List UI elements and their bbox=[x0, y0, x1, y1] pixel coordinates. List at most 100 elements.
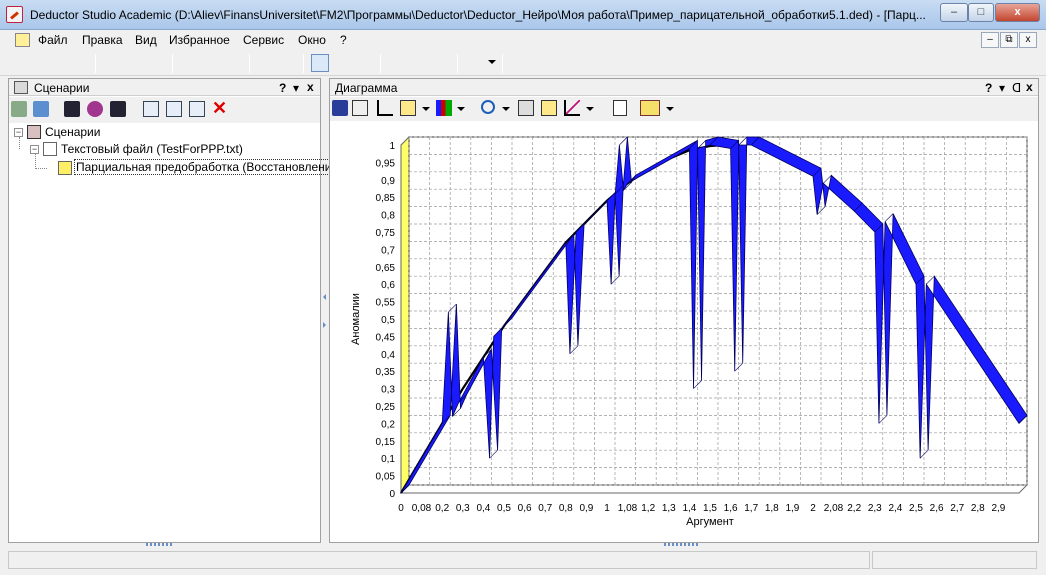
menu-help[interactable]: ? bbox=[340, 33, 347, 47]
paste-icon[interactable] bbox=[226, 54, 244, 72]
cut-icon[interactable] bbox=[180, 54, 198, 72]
collapse-icon[interactable]: − bbox=[14, 128, 23, 137]
cube-icon[interactable] bbox=[87, 101, 103, 117]
minimize-button[interactable]: – bbox=[940, 3, 968, 22]
splitter-handle[interactable] bbox=[146, 543, 174, 546]
x-tick-label: 2,2 bbox=[847, 503, 861, 514]
move-up-icon[interactable] bbox=[64, 101, 80, 117]
chevron-down-icon[interactable] bbox=[422, 107, 430, 111]
wizard-icon[interactable] bbox=[334, 54, 352, 72]
cascade-icon[interactable] bbox=[388, 54, 406, 72]
export-icon[interactable] bbox=[613, 100, 627, 116]
menu-file[interactable]: Файл bbox=[38, 33, 68, 47]
y-tick-label: 0,15 bbox=[376, 437, 396, 448]
print-preview-icon[interactable] bbox=[126, 54, 144, 72]
help-icon[interactable] bbox=[509, 54, 527, 72]
tree-settings-icon[interactable] bbox=[189, 101, 205, 117]
collapse-icon[interactable]: − bbox=[30, 145, 39, 154]
mdi-close-button[interactable]: x bbox=[1019, 32, 1037, 48]
labels-icon[interactable] bbox=[541, 100, 557, 116]
web-icon[interactable] bbox=[149, 54, 167, 72]
chevron-down-icon[interactable] bbox=[502, 107, 510, 111]
x-tick-label: 2,9 bbox=[991, 503, 1005, 514]
toolbar-separator bbox=[249, 54, 250, 73]
series-icon[interactable] bbox=[518, 100, 534, 116]
mdi-restore-button[interactable]: ⧉ bbox=[1000, 32, 1018, 48]
tile-vertical-icon[interactable] bbox=[434, 54, 452, 72]
close-button[interactable]: x bbox=[995, 3, 1040, 22]
x-tick-label: 2,6 bbox=[930, 503, 944, 514]
tile-horizontal-icon[interactable] bbox=[411, 54, 429, 72]
legend-icon[interactable] bbox=[400, 100, 416, 116]
x-tick-label: 0,7 bbox=[538, 503, 552, 514]
line-chart-icon[interactable] bbox=[564, 100, 580, 116]
tree-child-label[interactable]: Парциальная предобработка (Восстановлени… bbox=[74, 159, 345, 175]
menu-window[interactable]: Окно bbox=[298, 33, 326, 47]
chevron-down-icon[interactable] bbox=[666, 107, 674, 111]
y-tick-label: 0,7 bbox=[381, 245, 395, 256]
y-tick-label: 0,5 bbox=[381, 315, 395, 326]
chevron-down-icon[interactable] bbox=[488, 60, 496, 64]
panel-menu-button[interactable]: ▾ bbox=[293, 81, 299, 95]
hand-icon[interactable] bbox=[332, 100, 348, 116]
find-icon[interactable] bbox=[257, 54, 275, 72]
tree-file-label[interactable]: Текстовый файл (TestForPPP.txt) bbox=[61, 142, 243, 156]
new-icon[interactable]: .t1::before{} bbox=[10, 54, 28, 72]
tree-root-label[interactable]: Сценарии bbox=[45, 125, 100, 139]
panel-close-button[interactable]: x bbox=[1026, 80, 1033, 94]
y-tick-label: 0,85 bbox=[376, 193, 396, 204]
y-tick-label: 0,75 bbox=[376, 228, 396, 239]
anomaly-chart: 0 0,05 0,1 0,15 0,2 0,25 0,3 0,35 0,4 0,45 0,5 0,55… bbox=[350, 135, 1029, 528]
y-axis-label: Аномалии bbox=[350, 293, 362, 345]
x-tick-label: 1,7 bbox=[744, 503, 758, 514]
y-tick-label: 0,45 bbox=[376, 332, 396, 343]
x-tick-label: 2 bbox=[810, 503, 816, 514]
splitter-handle[interactable] bbox=[664, 543, 700, 546]
panel-pin-button[interactable]: ᗡ bbox=[1012, 81, 1021, 95]
x-tick-label: 2,8 bbox=[971, 503, 985, 514]
chevron-down-icon[interactable] bbox=[586, 107, 594, 111]
menu-view[interactable]: Вид bbox=[135, 33, 157, 47]
import-icon[interactable] bbox=[33, 101, 49, 117]
run-icon[interactable] bbox=[357, 54, 375, 72]
copy-icon[interactable] bbox=[203, 54, 221, 72]
zoom-icon[interactable] bbox=[481, 100, 495, 114]
panel-help-button[interactable]: ? bbox=[985, 81, 992, 95]
diagram-panel-header: Диаграмма ? ▾ ᗡ x bbox=[330, 79, 1038, 96]
chevron-down-icon[interactable] bbox=[457, 107, 465, 111]
emf-export-icon[interactable] bbox=[640, 100, 660, 116]
y-tick-label: 0,9 bbox=[381, 176, 395, 187]
collapse-tree-icon[interactable] bbox=[166, 101, 182, 117]
scenarios-toggle-icon[interactable] bbox=[311, 54, 329, 72]
scenario-tree: − Сценарии − Текстовый файл (TestForPPP.… bbox=[10, 123, 345, 541]
delete-icon[interactable]: ✕ bbox=[212, 98, 227, 119]
x-tick-label: 2,5 bbox=[909, 503, 923, 514]
menu-bar bbox=[0, 30, 1046, 50]
chart-type-icon[interactable] bbox=[436, 100, 452, 116]
sort-icon[interactable] bbox=[352, 100, 368, 116]
axes-icon[interactable] bbox=[377, 100, 393, 116]
panel-help-button[interactable]: ? bbox=[279, 81, 286, 95]
splitter-handle[interactable] bbox=[322, 294, 328, 330]
diagram-panel: Диаграмма ? ▾ ᗡ x 0 0,05 0,1 0,15 0,2 0,25 0,3… bbox=[329, 78, 1039, 543]
x-tick-label: 1 bbox=[604, 503, 610, 514]
floor bbox=[399, 484, 1029, 494]
move-down-icon[interactable] bbox=[110, 101, 126, 117]
mdi-minimize-button[interactable]: – bbox=[981, 32, 999, 48]
panel-close-button[interactable]: x bbox=[307, 80, 314, 94]
menu-favorites[interactable]: Избранное bbox=[169, 33, 230, 47]
partial-preprocessing-icon bbox=[58, 161, 72, 175]
menu-edit[interactable]: Правка bbox=[82, 33, 123, 47]
maximize-button[interactable]: □ bbox=[968, 3, 994, 22]
print-icon[interactable] bbox=[103, 54, 121, 72]
x-tick-label: 0,4 bbox=[476, 503, 490, 514]
menu-service[interactable]: Сервис bbox=[243, 33, 284, 47]
panel-menu-button[interactable]: ▾ bbox=[999, 81, 1005, 95]
properties-icon[interactable] bbox=[11, 101, 27, 117]
expand-tree-icon[interactable] bbox=[143, 101, 159, 117]
find-next-icon[interactable] bbox=[280, 54, 298, 72]
favorites-star-icon[interactable] bbox=[464, 54, 482, 72]
open-icon[interactable] bbox=[34, 54, 52, 72]
save-icon[interactable] bbox=[72, 54, 90, 72]
x-tick-label: 1,4 bbox=[682, 503, 696, 514]
